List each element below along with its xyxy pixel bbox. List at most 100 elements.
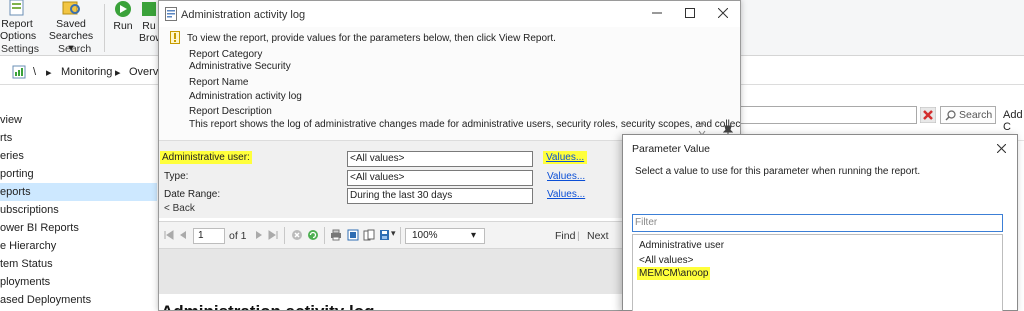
prev-page-icon[interactable] — [177, 229, 189, 241]
nav-item-queries[interactable]: eries — [0, 147, 157, 165]
search-icon — [945, 110, 956, 121]
page-setup-icon[interactable] — [363, 229, 375, 241]
first-page-icon[interactable] — [163, 229, 175, 241]
report-options-button[interactable]: Report Options — [0, 0, 37, 42]
toolbar-separator — [324, 227, 325, 244]
run-icon — [115, 1, 131, 17]
refresh-icon[interactable] — [307, 229, 319, 241]
maximize-button[interactable] — [676, 4, 704, 24]
report-options-label-2: Options — [0, 30, 37, 42]
zoom-select[interactable]: 100% ▾ — [405, 228, 485, 244]
find-button[interactable]: Find — [555, 230, 575, 242]
export-dropdown-icon[interactable]: ▾ — [391, 228, 396, 239]
back-button[interactable]: < Back — [164, 203, 195, 214]
search-button[interactable]: Search — [940, 106, 996, 124]
address-arrow-icon[interactable]: ▸ — [46, 66, 52, 79]
nav-item-subscriptions[interactable]: ubscriptions — [0, 201, 157, 219]
group-settings-label: Settings — [1, 43, 39, 55]
page-number-input[interactable]: 1 — [193, 228, 225, 244]
find-next-button[interactable]: Next — [587, 230, 609, 242]
nav-item-reporting[interactable]: porting — [0, 165, 157, 183]
saved-searches-label-1: Saved — [56, 18, 86, 30]
report-options-icon — [9, 0, 24, 16]
breadcrumb-overview[interactable]: Overvi — [129, 66, 161, 78]
scroll-up-icon[interactable] — [698, 121, 706, 127]
nav-item-overview[interactable]: view — [0, 111, 157, 129]
ribbon-separator — [104, 4, 105, 52]
nav-item-alerts[interactable]: rts — [0, 129, 157, 147]
date-range-label: Date Range: — [164, 189, 221, 200]
maximize-icon — [685, 8, 695, 18]
report-description-label: Report Description — [189, 106, 272, 117]
zoom-dropdown-icon[interactable]: ▾ — [471, 229, 476, 243]
run-browse-label-1: Ru — [142, 20, 156, 32]
report-options-label-1: Report — [1, 18, 33, 30]
parameter-instruction: Select a value to use for this parameter… — [635, 166, 921, 177]
report-description-value: This report shows the log of administrat… — [189, 119, 741, 130]
nav-item-reports[interactable]: eports — [0, 183, 157, 201]
toolbar-separator — [284, 227, 285, 244]
address-arrow-icon[interactable]: ▸ — [115, 66, 121, 79]
last-page-icon[interactable] — [267, 229, 279, 241]
type-field[interactable]: <All values> — [347, 170, 533, 186]
page-count: of 1 — [229, 230, 247, 242]
nav-item-site-hierarchy[interactable]: e Hierarchy — [0, 237, 157, 255]
print-layout-icon[interactable] — [347, 229, 359, 241]
saved-searches-icon — [62, 1, 80, 15]
print-icon[interactable] — [330, 229, 342, 241]
report-info-area: To view the report, provide values for t… — [159, 27, 740, 140]
administrative-user-label: Administrative user: — [160, 151, 252, 164]
close-button[interactable] — [709, 4, 737, 24]
nav-item-deployments[interactable]: ployments — [0, 273, 157, 291]
report-file-icon — [165, 7, 177, 21]
value-list-item[interactable]: <All values> — [639, 255, 693, 266]
type-label: Type: — [164, 171, 189, 182]
report-heading: Administration activity log — [161, 302, 374, 310]
nav-item-phased-deployments[interactable]: ased Deployments — [0, 291, 157, 309]
close-icon — [717, 7, 729, 19]
minimize-button[interactable] — [643, 4, 671, 24]
value-list: Administrative user <All values> MEMCM\a… — [632, 234, 1003, 311]
group-search-label: Search — [58, 43, 92, 55]
search-button-label: Search — [959, 109, 993, 121]
toolbar-separator — [400, 227, 401, 244]
warning-info-icon — [170, 31, 180, 44]
filter-input[interactable]: Filter — [632, 214, 1003, 232]
add-criteria-link[interactable]: Add C — [1003, 109, 1024, 133]
stop-icon[interactable] — [291, 229, 303, 241]
minimize-icon — [652, 12, 662, 14]
report-name-label: Report Name — [189, 77, 249, 88]
report-category-value: Administrative Security — [189, 61, 291, 72]
popup-close-button[interactable] — [991, 138, 1011, 158]
next-page-icon[interactable] — [253, 229, 265, 241]
clear-icon[interactable] — [920, 107, 936, 123]
dialog-title-bar: Administration activity log — [159, 1, 740, 27]
value-list-header: Administrative user — [639, 240, 725, 251]
report-category-label: Report Category — [189, 49, 263, 60]
navigation-pane: view rts eries porting eports ubscriptio… — [0, 86, 157, 311]
date-range-field[interactable]: During the last 30 days — [347, 188, 533, 204]
value-list-item[interactable]: MEMCM\anoop — [637, 267, 711, 280]
close-icon — [996, 143, 1006, 154]
search-input[interactable] — [740, 106, 917, 124]
find-separator: | — [577, 230, 580, 242]
type-values-link[interactable]: Values... — [547, 171, 585, 182]
run-browse-icon — [142, 2, 156, 16]
parameter-value-title: Parameter Value — [632, 143, 711, 155]
nav-item-system-status[interactable]: tem Status — [0, 255, 157, 273]
instruction-text: To view the report, provide values for t… — [187, 33, 556, 44]
console-icon — [12, 65, 26, 79]
nav-item-power-bi-reports[interactable]: ower BI Reports — [0, 219, 157, 237]
administrative-user-values-link[interactable]: Values... — [543, 151, 588, 164]
address-separator: \ — [33, 66, 37, 78]
run-browse-label-2: Brow — [139, 32, 159, 44]
run-button[interactable]: Run — [111, 0, 135, 32]
export-icon[interactable] — [379, 229, 391, 241]
breadcrumb-monitoring[interactable]: Monitoring — [61, 66, 112, 78]
parameter-value-dialog: Parameter Value Select a value to use fo… — [622, 134, 1018, 311]
administrative-user-field[interactable]: <All values> — [347, 151, 533, 167]
date-range-values-link[interactable]: Values... — [547, 189, 585, 200]
report-name-value: Administration activity log — [189, 91, 302, 102]
run-label: Run — [113, 20, 133, 32]
run-browse-button[interactable]: Ru Brow — [139, 0, 159, 44]
